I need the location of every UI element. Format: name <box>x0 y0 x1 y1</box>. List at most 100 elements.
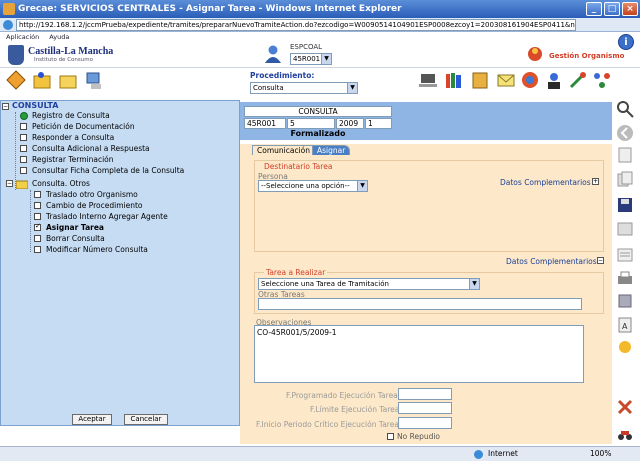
accept-button[interactable]: Aceptar <box>72 414 112 425</box>
tree-checkbox[interactable] <box>34 191 41 198</box>
procedimiento-label: Procedimiento: <box>250 71 315 80</box>
tree-folder-consulta-otros[interactable]: Consulta. Otros <box>32 179 90 189</box>
tarea-select[interactable]: Seleccione una Tarea de Tramitación ▼ <box>258 278 480 290</box>
record-cell-number: 5 <box>287 118 335 129</box>
tree-item[interactable]: Borrar Consulta <box>46 234 105 244</box>
tree-item[interactable]: Asignar Tarea <box>46 223 104 233</box>
esp-select[interactable]: 45R001 ▼ <box>290 53 332 65</box>
zoom-level[interactable]: 100% <box>590 447 611 461</box>
esp-select-value: 45R001 <box>293 55 321 63</box>
gestion-organismo-icon[interactable] <box>525 44 545 62</box>
zoom-icon[interactable] <box>616 100 634 118</box>
menu-ayuda[interactable]: Ayuda <box>49 33 69 41</box>
tree-item[interactable]: Consultar Ficha Completa de la Consulta <box>32 166 184 176</box>
tree-collapse-icon[interactable]: − <box>2 103 9 110</box>
persona-select[interactable]: --Seleccione una opción-- ▼ <box>258 180 368 192</box>
tree-item[interactable]: Cambio de Procedimiento <box>46 201 142 211</box>
expand-icon[interactable]: + <box>592 178 599 185</box>
tab-asignar[interactable]: Asignar <box>312 145 351 155</box>
info-icon[interactable]: i <box>618 34 634 50</box>
diamond-tool-icon[interactable] <box>6 70 26 90</box>
globe-icon[interactable] <box>520 70 540 90</box>
f-limite-label: F.Límite Ejecución Tarea <box>310 405 400 414</box>
app-icon <box>3 3 15 15</box>
procedimiento-select[interactable]: Consulta ▼ <box>250 82 358 94</box>
cancel-button[interactable]: Cancelar <box>124 414 168 425</box>
minimize-button[interactable]: _ <box>586 2 602 16</box>
print-icon[interactable] <box>616 270 634 288</box>
tree-checkbox[interactable] <box>34 202 41 209</box>
books-icon[interactable] <box>444 70 464 90</box>
folder-collapse-icon[interactable]: − <box>6 180 13 187</box>
motorbike-icon[interactable] <box>616 424 634 442</box>
tree-checkbox[interactable] <box>20 123 27 130</box>
tree-item[interactable]: Responder a Consulta <box>32 133 114 143</box>
back-icon[interactable] <box>616 124 634 142</box>
tree-item[interactable]: Registrar Terminación <box>32 155 114 165</box>
laptop-icon[interactable] <box>418 70 438 90</box>
tree-item[interactable]: Traslado Interno Agregar Agente <box>46 212 168 222</box>
observaciones-textarea[interactable]: CO-45R001/5/2009-1 <box>254 325 584 383</box>
collapse-icon[interactable]: − <box>597 257 604 264</box>
tree-checkbox[interactable] <box>34 213 41 220</box>
url-field[interactable]: http://192.168.1.2/jccmPrueba/expediente… <box>16 19 576 31</box>
menu-aplicacion[interactable]: Aplicación <box>6 33 39 41</box>
tree-checkbox[interactable] <box>34 222 41 231</box>
envelope-icon[interactable] <box>496 70 516 90</box>
f-inicio-label: F.Inicio Periodo Crítico Ejecución Tarea <box>256 420 399 429</box>
tree-checkbox[interactable] <box>20 167 27 174</box>
tab-comunicacion[interactable]: Comunicación <box>252 145 315 155</box>
f-programado-input[interactable] <box>398 388 452 400</box>
current-step-icon <box>20 112 28 120</box>
no-repudio-checkbox[interactable] <box>387 433 394 440</box>
tree-checkbox[interactable] <box>34 246 41 253</box>
maximize-button[interactable]: □ <box>604 2 620 16</box>
tree-checkbox[interactable] <box>34 235 41 242</box>
tree-item[interactable]: Traslado otro Organismo <box>46 190 138 200</box>
f-limite-input[interactable] <box>398 402 452 414</box>
otras-tareas-input[interactable] <box>258 298 582 310</box>
network-icon[interactable] <box>592 70 612 90</box>
castilla-la-mancha-logo-icon <box>8 45 24 65</box>
procedimiento-value: Consulta <box>253 84 284 92</box>
logo-subtitle: Instituto de Consumo <box>34 57 93 63</box>
tools-cross-icon[interactable] <box>616 398 634 416</box>
folder-icon <box>16 180 28 189</box>
list-icon[interactable] <box>616 246 634 264</box>
gestion-organismo-link[interactable]: Gestión Organismo <box>549 52 624 60</box>
document-icon[interactable] <box>616 146 634 164</box>
copy-icon[interactable] <box>616 170 634 188</box>
tree-item[interactable]: Registro de Consulta <box>32 111 110 121</box>
datos-complementarios-link-2[interactable]: Datos Complementarios <box>506 257 597 266</box>
tree-item[interactable]: Modificar Número Consulta <box>46 245 148 255</box>
destinatario-title: Destinatario Tarea <box>264 162 333 171</box>
tarea-value: Seleccione una Tarea de Tramitación <box>261 280 389 288</box>
tree-line <box>30 190 31 252</box>
computer-icon[interactable] <box>84 70 104 90</box>
stack-icon[interactable] <box>616 292 634 310</box>
sun-icon[interactable] <box>616 338 634 356</box>
destinatario-fieldset <box>254 160 604 252</box>
record-cell-code: 45R001 <box>244 118 286 129</box>
folder-open-icon[interactable] <box>58 70 78 90</box>
zone-label: Internet <box>488 449 518 458</box>
tree-checkbox[interactable] <box>20 156 27 163</box>
tree-checkbox[interactable] <box>20 145 27 152</box>
datos-complementarios-link-1[interactable]: Datos Complementarios <box>500 178 591 187</box>
agent-icon[interactable] <box>544 70 564 90</box>
tools-icon[interactable] <box>568 70 588 90</box>
folder-star-icon[interactable] <box>32 70 52 90</box>
archive-icon[interactable] <box>470 70 490 90</box>
tree-item[interactable]: Consulta Adicional a Respuesta <box>32 144 150 154</box>
tree-item[interactable]: Petición de Documentación <box>32 122 135 132</box>
record-cell-year: 2009 <box>336 118 364 129</box>
document-a-icon[interactable]: A <box>616 316 634 334</box>
f-inicio-input[interactable] <box>398 417 452 429</box>
edit-icon[interactable] <box>616 220 634 238</box>
save-icon[interactable] <box>616 196 634 214</box>
tree-root-consulta[interactable]: CONSULTA <box>12 101 58 110</box>
f-programado-label: F.Programado Ejecución Tarea <box>286 391 398 400</box>
close-button[interactable]: × <box>622 2 638 16</box>
logo-title: Castilla-La Mancha <box>28 46 114 57</box>
tree-checkbox[interactable] <box>20 134 27 141</box>
